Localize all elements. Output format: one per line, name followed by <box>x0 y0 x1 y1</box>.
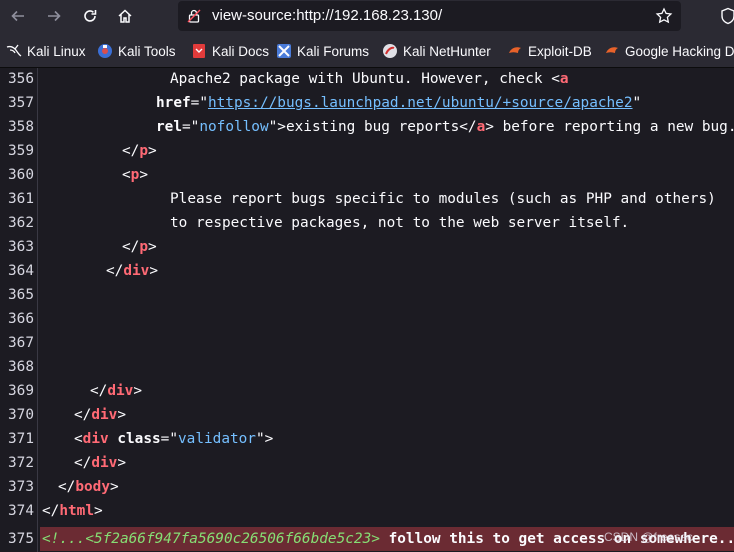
line-number: 373 <box>8 479 34 495</box>
url-text[interactable]: view-source:http://192.168.23.130/ <box>212 7 442 24</box>
tag-name: div <box>82 431 109 447</box>
code-line-356: Apache2 package with Ubuntu. However, ch… <box>170 71 569 87</box>
code-line-363: </p> <box>122 239 157 255</box>
line-number: 370 <box>8 407 34 423</box>
reload-icon <box>84 10 97 22</box>
attr-name: class <box>117 431 161 447</box>
tag-name: body <box>75 479 110 495</box>
source-text: to respective packages, not to the web s… <box>170 215 630 231</box>
line-number: 372 <box>8 455 34 471</box>
source-link[interactable]: https://bugs.launchpad.net/ubuntu/+sourc… <box>208 95 633 111</box>
code-line-361: Please report bugs specific to modules (… <box>170 191 716 207</box>
code-line-370: </div> <box>74 407 126 423</box>
tag-name: div <box>91 407 118 423</box>
bookmark-label: Kali Linux <box>27 43 86 59</box>
source-text: > before reporting a new bug. <box>485 119 734 135</box>
forward-button[interactable] <box>41 4 67 28</box>
home-button[interactable] <box>112 4 138 28</box>
tracking-protection-icon[interactable] <box>720 7 734 25</box>
home-icon <box>118 9 132 23</box>
code-line-371: <div class="validator"> <box>74 431 274 447</box>
line-number: 369 <box>8 383 34 399</box>
line-number: 360 <box>8 167 34 183</box>
bookmarks-toolbar: Kali Linux Kali Tools Kali Docs Kali For… <box>0 32 734 68</box>
bookmark-kali-tools[interactable]: Kali Tools <box>97 42 176 60</box>
tag-name: p <box>130 167 140 183</box>
line-number: 374 <box>8 503 34 519</box>
code-line-362: to respective packages, not to the web s… <box>170 215 629 231</box>
bookmark-kali-docs[interactable]: Kali Docs <box>191 42 269 60</box>
tag-name: p <box>139 143 148 159</box>
code-line-374: </html> <box>42 503 103 519</box>
code-line-369: </div> <box>90 383 142 399</box>
kali-docs-icon <box>191 43 207 59</box>
kali-nethunter-icon <box>382 43 398 59</box>
source-view[interactable]: 356 357 358 359 360 361 362 363 364 365 … <box>0 68 734 552</box>
tag-name: div <box>91 455 118 471</box>
line-number: 363 <box>8 239 34 255</box>
source-text: Please report bugs specific to modules (… <box>170 191 716 207</box>
reload-button[interactable] <box>77 4 103 28</box>
code-line-357: href="https://bugs.launchpad.net/ubuntu/… <box>156 95 642 111</box>
line-number: 364 <box>8 263 34 279</box>
bookmark-kali-linux[interactable]: Kali Linux <box>6 42 86 60</box>
attr-value: nofollow <box>199 119 269 135</box>
code-line-359: </p> <box>122 143 157 159</box>
kali-tools-icon <box>97 43 113 59</box>
line-number: 371 <box>8 431 34 447</box>
bookmark-star-icon[interactable] <box>655 7 673 25</box>
back-arrow-icon <box>11 10 24 22</box>
tag-name: a <box>559 71 569 87</box>
attr-name: href <box>156 95 191 111</box>
line-number: 366 <box>8 311 34 327</box>
tag-name: html <box>59 503 94 519</box>
bookmark-label: Kali Tools <box>118 43 176 59</box>
line-number: 359 <box>8 143 34 159</box>
line-number: 365 <box>8 287 34 303</box>
page-info-icon[interactable] <box>186 8 202 24</box>
kali-forums-icon <box>276 43 292 59</box>
attr-value: validator <box>178 431 256 447</box>
code-line-360: <p> <box>122 167 149 183</box>
watermark: CSDN @freesec <box>604 530 693 544</box>
line-number: 361 <box>8 191 34 207</box>
ghdb-icon <box>604 43 620 59</box>
line-number: 375 <box>8 531 34 547</box>
exploit-db-icon <box>507 43 523 59</box>
bookmark-label: Kali Forums <box>297 43 370 59</box>
forward-arrow-icon <box>48 10 61 22</box>
bookmark-label: Google Hacking D <box>625 43 734 59</box>
back-button[interactable] <box>5 4 31 28</box>
bookmark-kali-forums[interactable]: Kali Forums <box>276 42 369 60</box>
code-line-373: </body> <box>58 479 119 495</box>
address-bar[interactable]: view-source:http://192.168.23.130/ <box>178 1 681 31</box>
browser-toolbar: view-source:http://192.168.23.130/ <box>0 0 734 32</box>
source-text: existing bug reports <box>285 119 460 135</box>
code-line-358: rel="nofollow">existing bug reports</a> … <box>156 119 734 135</box>
line-number-gutter: 356 357 358 359 360 361 362 363 364 365 … <box>0 68 38 552</box>
tag-name: p <box>139 239 148 255</box>
bookmark-label: Kali NetHunter <box>403 43 491 59</box>
bookmark-label: Exploit-DB <box>528 43 592 59</box>
line-number: 367 <box>8 335 34 351</box>
kali-dragon-icon <box>6 43 22 59</box>
bookmark-label: Kali Docs <box>212 43 270 59</box>
line-number: 368 <box>8 359 34 375</box>
line-number: 357 <box>8 95 34 111</box>
line-number: 356 <box>8 71 34 87</box>
tag-name: div <box>107 383 134 399</box>
hidden-comment: <!...<5f2a66f947fa5690c26506f66bde5c23> <box>42 531 380 547</box>
bookmark-kali-nethunter[interactable]: Kali NetHunter <box>382 42 491 60</box>
tag-name: div <box>123 263 150 279</box>
bookmark-google-hacking[interactable]: Google Hacking D <box>604 42 734 60</box>
source-text: Apache2 package with Ubuntu. However, ch… <box>170 71 560 87</box>
tag-name: a <box>476 119 486 135</box>
attr-name: rel <box>156 119 182 135</box>
bookmark-exploit-db[interactable]: Exploit-DB <box>507 42 592 60</box>
code-line-372: </div> <box>74 455 126 471</box>
code-line-364: </div> <box>106 263 158 279</box>
line-number: 362 <box>8 215 34 231</box>
line-number: 358 <box>8 119 34 135</box>
